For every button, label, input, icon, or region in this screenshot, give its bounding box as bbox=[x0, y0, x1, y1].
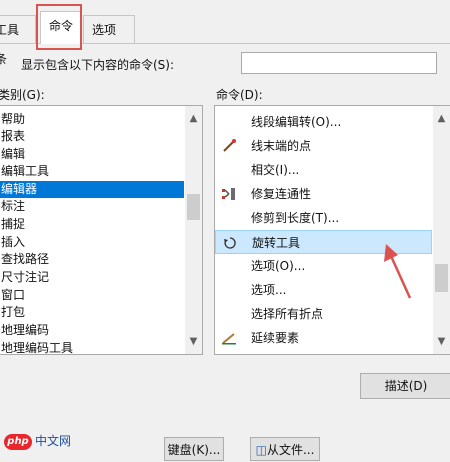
scroll-thumb[interactable] bbox=[435, 264, 448, 292]
chevron-down-icon[interactable]: ▼ bbox=[185, 333, 202, 350]
import-from-file-button[interactable]: ◫从文件... bbox=[250, 437, 320, 461]
scroll-thumb[interactable] bbox=[187, 194, 200, 220]
tab-annotation-box bbox=[36, 4, 82, 50]
describe-button[interactable]: 描述(D) bbox=[360, 373, 450, 399]
list-item[interactable]: 选项(O)... bbox=[215, 254, 432, 278]
list-item[interactable]: 插入 bbox=[0, 234, 25, 251]
commands-label: 命令(D): bbox=[216, 88, 263, 102]
list-item[interactable]: 捕捉 bbox=[0, 216, 25, 233]
tab-options[interactable]: 选项 bbox=[83, 15, 135, 44]
list-item[interactable]: 帮助 bbox=[0, 111, 25, 128]
chevron-up-icon[interactable]: ▲ bbox=[185, 110, 202, 127]
filter-input[interactable] bbox=[241, 52, 437, 74]
list-item[interactable]: 编辑 bbox=[0, 146, 25, 163]
list-item-highlighted[interactable]: 旋转工具 bbox=[215, 230, 432, 254]
list-item[interactable]: 打包 bbox=[0, 304, 25, 321]
chevron-down-icon[interactable]: ▼ bbox=[433, 333, 450, 350]
tab-toolbars[interactable]: 工具条 bbox=[0, 15, 36, 66]
php-logo: php 中文网 bbox=[4, 430, 71, 452]
categories-label: 类别(G): bbox=[0, 88, 45, 102]
list-item[interactable]: 相交(I)... bbox=[215, 158, 432, 182]
chevron-up-icon[interactable]: ▲ bbox=[433, 110, 450, 127]
list-item[interactable]: 地理编码工具 bbox=[0, 340, 73, 354]
rotate-tool-icon bbox=[224, 237, 236, 249]
line-end-point-icon bbox=[223, 139, 236, 152]
list-item[interactable]: 线段编辑转(O)... bbox=[215, 110, 432, 134]
tab-bar: 工具条 选项 命令 bbox=[0, 0, 450, 66]
filter-label: 显示包含以下内容的命令(S): bbox=[21, 58, 175, 72]
list-item[interactable]: 选择所有折点 bbox=[215, 302, 432, 326]
list-item[interactable]: 线末端的点 bbox=[215, 134, 432, 158]
list-item[interactable]: 选项... bbox=[215, 278, 432, 302]
list-item[interactable]: 延续要素 bbox=[215, 326, 432, 350]
command-list[interactable]: 线段编辑转(O)... 线末端的点 相交(I)... 修复连通性 修剪到长度(T… bbox=[214, 105, 450, 355]
list-item-selected[interactable]: 编辑器 bbox=[0, 181, 184, 198]
list-item[interactable]: 窗口 bbox=[0, 287, 25, 304]
continue-feature-icon bbox=[222, 333, 236, 345]
list-item[interactable]: 标注 bbox=[0, 198, 25, 215]
repair-connectivity-icon bbox=[222, 188, 235, 200]
list-item[interactable]: 地理编码 bbox=[0, 322, 49, 339]
list-item[interactable]: 报表 bbox=[0, 128, 25, 145]
command-scrollbar[interactable]: ▲ ▼ bbox=[433, 106, 450, 354]
list-item[interactable]: 编辑工具 bbox=[0, 163, 49, 180]
keyboard-button[interactable]: 键盘(K)... bbox=[164, 437, 224, 461]
php-badge: php bbox=[4, 433, 32, 450]
logo-text: 中文网 bbox=[35, 434, 72, 448]
list-item[interactable]: 修剪到长度(T)... bbox=[215, 206, 432, 230]
list-item[interactable]: 修复连通性 bbox=[215, 182, 432, 206]
list-item[interactable]: 尺寸注记 bbox=[0, 269, 49, 286]
list-item[interactable]: 查找路径 bbox=[0, 251, 49, 268]
category-scrollbar[interactable]: ▲ ▼ bbox=[185, 106, 202, 354]
category-list[interactable]: 帮助 报表 编辑 编辑工具 编辑器 标注 捕捉 插入 查找路径 尺寸注记 窗口 … bbox=[0, 105, 203, 355]
